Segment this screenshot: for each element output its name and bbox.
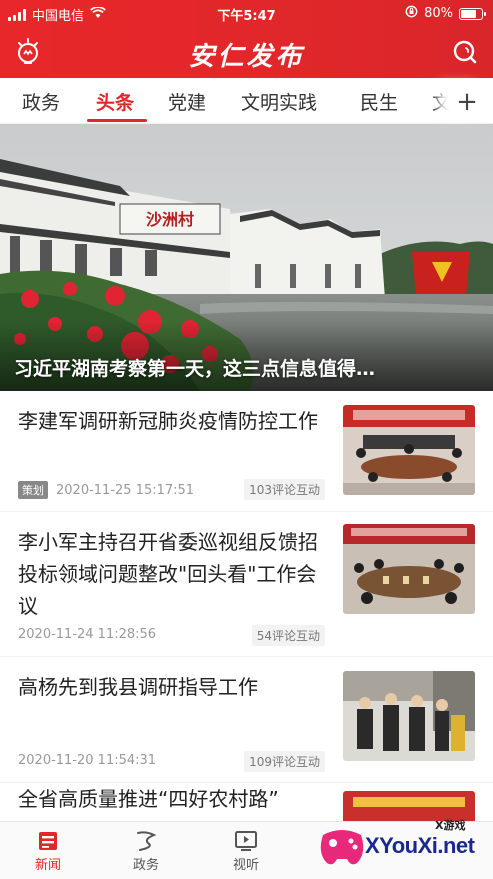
- active-tab-indicator: [87, 119, 147, 122]
- news-list: 李建军调研新冠肺炎疫情防控工作 策划 2020-11-25 15:17:51 1…: [0, 391, 493, 879]
- news-thumbnail: [343, 524, 475, 614]
- news-meta: 2020-11-20 11:54:31: [18, 753, 156, 768]
- news-icon: [18, 828, 78, 854]
- tab-minsheng[interactable]: 民生: [360, 88, 398, 115]
- watermark: X游戏 XYouXi.net: [317, 815, 487, 875]
- government-icon: [116, 828, 176, 854]
- battery-level: [461, 9, 477, 18]
- top-bar: 中国电信 下午5:47 80% 安仁发布: [0, 0, 493, 78]
- bottom-tab-news[interactable]: 新闻: [18, 828, 78, 873]
- bottom-tab-label: 视听: [232, 858, 259, 873]
- category-tabs: 政务 头条 党建 文明实践 民生 文 +: [0, 78, 493, 124]
- news-item[interactable]: 高杨先到我县调研指导工作 2020-11-20 11:54:31 109评论互动: [0, 657, 493, 783]
- news-item[interactable]: 李建军调研新冠肺炎疫情防控工作 策划 2020-11-25 15:17:51 1…: [0, 391, 493, 512]
- bottom-tab-label: 政务: [132, 858, 159, 873]
- news-date: 2020-11-20 11:54:31: [18, 753, 157, 768]
- watermark-text: XYouXi.net: [365, 833, 475, 858]
- news-title: 高杨先到我县调研指导工作: [18, 675, 258, 699]
- tab-zhengwu[interactable]: 政务: [22, 88, 60, 115]
- news-thumbnail: [343, 671, 475, 761]
- news-date: 2020-11-25 15:17:51: [56, 482, 195, 498]
- status-bar: 中国电信 下午5:47 80%: [0, 0, 493, 26]
- village-sign: 沙洲村: [146, 210, 194, 229]
- tab-toutiao[interactable]: 头条: [96, 88, 134, 115]
- video-icon: [216, 828, 276, 854]
- watermark-small-text: X游戏: [435, 819, 466, 832]
- news-title: 李小军主持召开省委巡视组反馈招投标领域问题整改"回头看"工作会议: [18, 530, 318, 618]
- hero-banner[interactable]: 沙洲村 习近平湖南考察第一天，这三点信息值得…: [0, 124, 493, 391]
- orientation-lock-icon: [405, 5, 418, 22]
- app-title: 安仁发布: [188, 42, 305, 72]
- news-title: 李建军调研新冠肺炎疫情防控工作: [18, 409, 318, 433]
- app-header: 安仁发布: [0, 26, 493, 78]
- news-comments: 54评论互动: [251, 625, 325, 646]
- news-meta: 2020-11-24 11:28:56: [18, 627, 156, 642]
- news-comments: 103评论互动: [244, 479, 325, 500]
- tab-dangjian[interactable]: 党建: [168, 88, 206, 115]
- tab-wenming[interactable]: 文明实践: [241, 88, 317, 115]
- bottom-tab-video[interactable]: 视听: [216, 828, 276, 873]
- news-meta: 策划 2020-11-25 15:17:51: [18, 481, 194, 499]
- add-tab-button[interactable]: +: [449, 84, 485, 120]
- news-title: 全省高质量推进“四好农村路”: [18, 787, 279, 811]
- gamepad-logo-icon: [320, 830, 364, 865]
- news-thumbnail: [343, 405, 475, 495]
- news-item[interactable]: 李小军主持召开省委巡视组反馈招投标领域问题整改"回头看"工作会议 2020-11…: [0, 512, 493, 657]
- bottom-tab-government[interactable]: 政务: [116, 828, 176, 873]
- news-comments: 109评论互动: [244, 751, 325, 772]
- search-icon[interactable]: [449, 36, 481, 68]
- hero-caption: 习近平湖南考察第一天，这三点信息值得…: [14, 358, 376, 380]
- bottom-tab-label: 新闻: [34, 858, 61, 873]
- news-date: 2020-11-24 11:28:56: [18, 627, 157, 642]
- battery-icon: [459, 7, 486, 20]
- news-tag: 策划: [18, 481, 48, 499]
- battery-percent: 80%: [424, 6, 453, 21]
